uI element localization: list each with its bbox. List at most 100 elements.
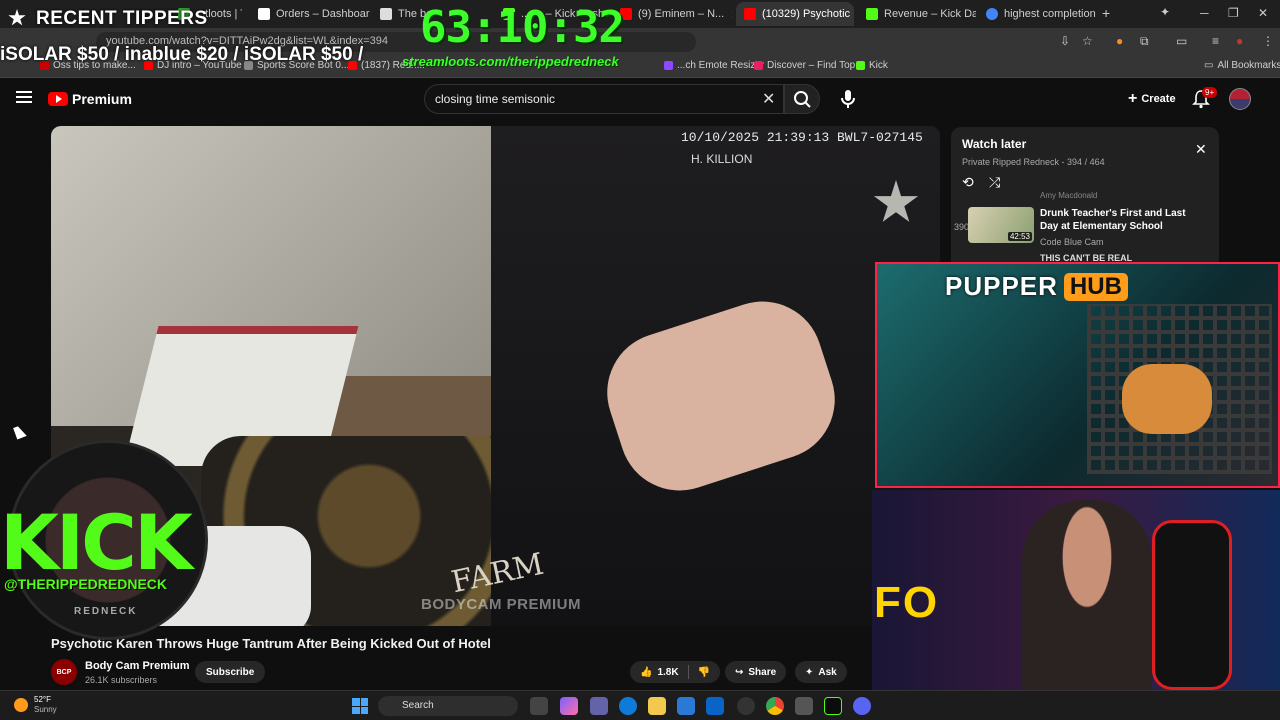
search-input[interactable]: closing time semisonic [424, 84, 784, 114]
subscriber-count: 26.1K subscribers [85, 675, 158, 685]
bodycam-id: BWL7-027145 [837, 130, 923, 145]
gemini-icon[interactable]: ✦ [1160, 5, 1170, 19]
thumbs-up-icon: 👍 [640, 666, 653, 678]
pupper-hub-logo: PUPPER HUB [945, 271, 1128, 302]
profile-icon[interactable]: ● [1236, 34, 1243, 48]
folder-icon: ▭ [1204, 60, 1214, 71]
youtube-play-icon [48, 92, 68, 106]
taskbar-search[interactable]: Search [378, 696, 518, 716]
plus-icon: + [1128, 90, 1138, 107]
streamloots-url: streamloots.com/therippedredneck [402, 54, 619, 69]
discord-icon[interactable] [853, 697, 871, 715]
bookmark-favicon-icon [754, 61, 763, 70]
edge-icon[interactable] [619, 697, 637, 715]
weather-condition: Sunny [34, 705, 57, 714]
mouse-cursor-icon [13, 424, 27, 440]
previous-item-channel: Amy Macdonald [1040, 191, 1098, 200]
outlook-icon[interactable] [706, 697, 724, 715]
youtube-logo[interactable]: Premium [48, 91, 132, 107]
store-icon[interactable] [677, 697, 695, 715]
task-view-icon[interactable] [530, 697, 548, 715]
user-avatar[interactable] [1229, 88, 1251, 110]
gaming-chair [1152, 520, 1232, 690]
streamer-webcam: FO [872, 490, 1280, 690]
like-button[interactable]: 👍 1.8K 👎 [630, 661, 721, 683]
new-tab-icon[interactable]: + [1102, 5, 1110, 21]
all-bookmarks[interactable]: ▭ All Bookmarks [1204, 60, 1280, 71]
obs-icon[interactable] [737, 697, 755, 715]
bodycam-watermark: BODYCAM PREMIUM [421, 596, 581, 613]
watch-later-panel: Watch later Private Ripped Redneck - 394… [951, 127, 1219, 263]
browser-tab-active[interactable]: (10329) Psychotic Ka...✕ [736, 2, 854, 26]
sparkle-icon: ✦ [805, 666, 814, 678]
playlist-title[interactable]: Watch later [962, 137, 1026, 151]
close-icon[interactable]: ✕ [1195, 141, 1207, 158]
close-icon[interactable]: ✕ [730, 8, 732, 21]
loop-icon[interactable]: ⟲ [962, 174, 974, 191]
subscribe-button[interactable]: Subscribe [195, 661, 266, 683]
notification-count-badge: 9+ [1202, 87, 1218, 98]
playlist-index: 390 [954, 222, 970, 232]
webcam-sign-text: FO [874, 578, 940, 627]
side-panel-icon[interactable]: ▭ [1176, 34, 1187, 48]
video-duration: 42:53 [1007, 232, 1032, 241]
playlist-subtitle: Private Ripped Redneck - 394 / 464 [962, 157, 1105, 167]
recent-tippers-overlay: RECENT TIPPERS [0, 0, 240, 36]
clear-search-icon[interactable]: ✕ [762, 89, 775, 109]
like-divider [687, 665, 689, 679]
bookmark-item[interactable]: Kick [856, 60, 888, 71]
bookmark-favicon-icon [856, 61, 865, 70]
tab-favicon-icon [258, 8, 270, 20]
playlist-item-thumbnail[interactable]: 42:53 [968, 207, 1034, 243]
app-icon[interactable] [795, 697, 813, 715]
tab-favicon-icon [986, 8, 998, 20]
subathon-timer: 63:10:32 [420, 2, 625, 53]
weather-temperature: 52°F [34, 695, 51, 704]
bookmark-star-icon[interactable]: ☆ [1082, 34, 1093, 48]
windows-start-icon[interactable] [352, 698, 368, 714]
playlist-item-title[interactable]: Drunk Teacher's First and Last Day at El… [1040, 207, 1200, 233]
logo-label: Premium [72, 91, 132, 107]
tab-favicon-icon [380, 8, 392, 20]
file-explorer-icon[interactable] [648, 697, 666, 715]
dog [1122, 364, 1212, 434]
thumbs-down-icon[interactable]: 👎 [698, 667, 710, 678]
browser-menu-icon[interactable]: ⋮ [1262, 34, 1274, 48]
install-app-icon[interactable]: ⇩ [1060, 34, 1070, 48]
weather-sun-icon[interactable] [14, 698, 28, 712]
browser-tab[interactable]: highest completion✕ [978, 2, 1098, 26]
microphone-icon[interactable] [838, 87, 858, 111]
browser-tab[interactable]: Orders – Dashboard✕ [250, 2, 370, 26]
copilot-icon[interactable] [560, 697, 578, 715]
channel-avatar[interactable]: BCP [51, 659, 77, 685]
browser-tab[interactable]: Revenue – Kick Dash✕ [858, 2, 976, 26]
extensions-puzzle-icon[interactable]: ⧉ [1140, 34, 1149, 49]
media-controls-icon[interactable]: ≡ [1212, 34, 1219, 48]
recent-tippers-label: RECENT TIPPERS [36, 8, 208, 29]
create-button[interactable]: + Create [1120, 87, 1184, 111]
bookmark-item[interactable]: Discover – Find Top... [754, 60, 864, 71]
kick-logo-text: KICK [0, 498, 193, 587]
chrome-icon[interactable] [766, 697, 784, 715]
share-arrow-icon: ↪ [735, 666, 744, 678]
maximize-icon[interactable]: ❐ [1228, 6, 1239, 20]
close-window-icon[interactable]: ✕ [1258, 6, 1268, 20]
hub-word: HUB [1063, 272, 1128, 301]
pupper-word: PUPPER [945, 271, 1058, 301]
logo-subtext: REDNECK [74, 606, 138, 617]
minimize-icon[interactable]: ─ [1200, 6, 1209, 20]
extension-icon[interactable]: ● [1116, 34, 1123, 48]
channel-name[interactable]: Body Cam Premium [85, 660, 190, 672]
hamburger-menu-icon[interactable] [16, 91, 32, 103]
ask-button[interactable]: ✦ Ask [795, 661, 847, 683]
playlist-item-channel: Code Blue Cam [1040, 237, 1104, 247]
teams-icon[interactable] [590, 697, 608, 715]
shuffle-icon[interactable]: ⤮ [989, 174, 1000, 191]
search-button[interactable] [784, 84, 820, 114]
terminal-icon[interactable] [824, 697, 842, 715]
star-icon [8, 9, 26, 26]
share-button[interactable]: ↪ Share [725, 661, 787, 683]
officer-nametag: H. KILLION [691, 152, 753, 166]
bodycam-timestamp: 10/10/2025 21:39:13 [681, 130, 830, 145]
youtube-header: Premium closing time semisonic ✕ + Create… [0, 79, 1280, 119]
